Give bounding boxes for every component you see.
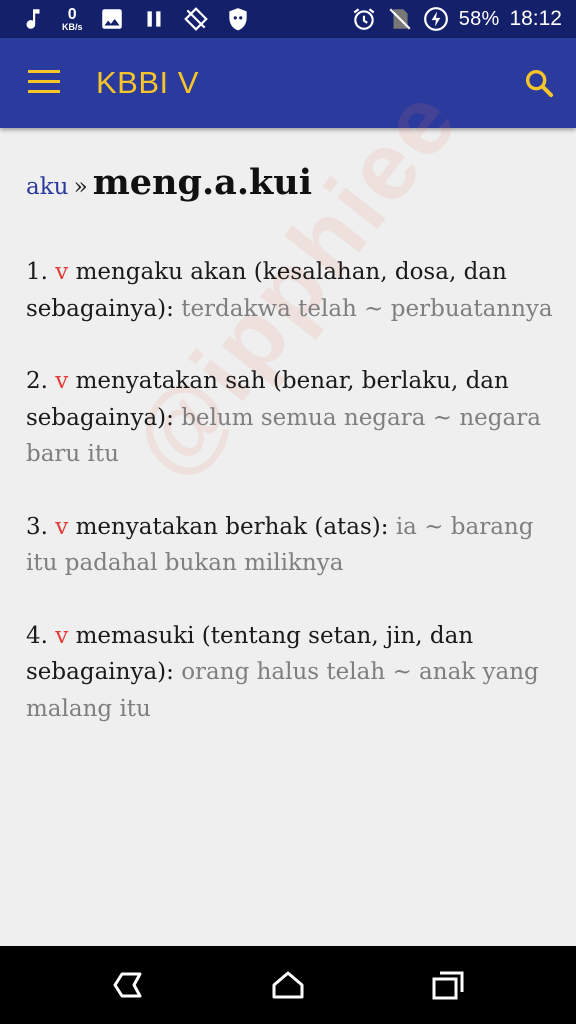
headword: meng.a.kui	[92, 162, 312, 203]
clock: 18:12	[509, 7, 562, 30]
shield-icon	[228, 8, 247, 31]
back-icon[interactable]	[110, 968, 146, 1002]
definition-number: 1.	[26, 259, 48, 285]
word-class: v	[55, 368, 69, 394]
navigation-bar	[0, 946, 576, 1024]
recents-icon[interactable]	[430, 968, 466, 1002]
definition-number: 2.	[26, 368, 48, 394]
word-class: v	[55, 513, 69, 540]
net-speed-unit: KB/s	[62, 21, 83, 32]
no-sim-icon	[389, 8, 411, 30]
battery-charging-icon	[423, 7, 448, 31]
app-bar: KBBI V	[0, 38, 576, 128]
definition-item: 2. v menyatakan sah (benar, berlaku, dan…	[26, 363, 556, 473]
status-bar: 0 KB/s 58% 18:12	[0, 0, 576, 38]
word-class: v	[55, 259, 69, 285]
entry-content: aku » meng.a.kui 1. v mengaku akan (kesa…	[26, 148, 556, 727]
definition-number: 4.	[26, 622, 48, 649]
word-class: v	[55, 622, 69, 649]
headword-line: aku » meng.a.kui	[26, 154, 556, 218]
definition-item: 3. v menyatakan berhak (atas): ia ~ bara…	[26, 509, 556, 582]
app-title: KBBI V	[96, 65, 199, 100]
search-icon[interactable]	[522, 66, 556, 100]
menu-icon[interactable]	[28, 70, 60, 94]
net-speed-value: 0	[67, 5, 77, 23]
definition-text: menyatakan berhak (atas):	[75, 513, 389, 540]
home-icon[interactable]	[270, 968, 306, 1002]
definition-example: terdakwa telah ~ perbuatannya	[181, 295, 553, 322]
pause-icon	[147, 11, 161, 27]
screen-rotation-icon	[183, 7, 208, 31]
battery-percent: 58%	[458, 7, 500, 30]
definition-item: 1. v mengaku akan (kesalahan, dosa, dan …	[26, 254, 556, 327]
breadcrumb-separator: »	[73, 174, 88, 200]
definition-item: 4. v memasuki (tentang setan, jin, dan s…	[26, 618, 556, 728]
music-note-icon	[26, 9, 40, 29]
image-icon	[101, 9, 122, 29]
alarm-icon	[353, 8, 375, 30]
root-word-link[interactable]: aku	[26, 174, 68, 200]
net-speed: 0 KB/s	[62, 5, 83, 32]
definition-number: 3.	[26, 513, 48, 540]
